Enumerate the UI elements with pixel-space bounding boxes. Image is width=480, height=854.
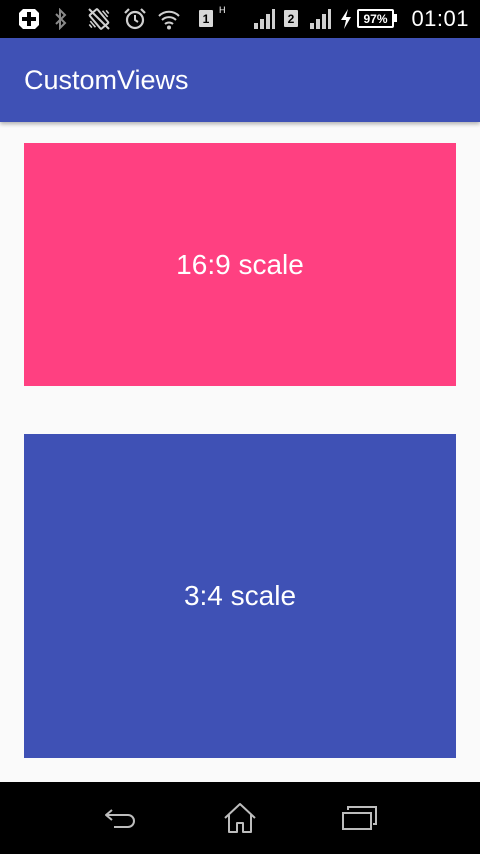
charging-icon — [338, 0, 354, 38]
navigation-bar — [0, 782, 480, 854]
status-clock: 01:01 — [411, 6, 469, 31]
recents-button[interactable] — [330, 782, 390, 854]
alarm-icon — [122, 0, 148, 38]
network-type-mark: H — [219, 5, 226, 15]
scale-3-4-label: 3:4 scale — [183, 580, 297, 611]
recents-icon — [342, 806, 377, 830]
app-bar: CustomViews — [0, 38, 480, 122]
battery-indicator: 97% — [357, 9, 394, 28]
scale-16-9-view: 16:9 scale — [24, 143, 456, 386]
sim1-badge: 1 — [199, 10, 213, 27]
plus-box-icon — [17, 0, 41, 38]
vibrate-icon — [86, 0, 112, 38]
scale-16-9-label: 16:9 scale — [176, 248, 304, 280]
signal-icon — [252, 0, 276, 38]
screen: 1 H 2 97% 01:01 CustomViews 16:9 scale 3… — [0, 0, 480, 854]
scale-3-4-view: 3:4 scale — [24, 434, 456, 758]
signal-icon — [308, 0, 332, 38]
battery-tip — [394, 14, 397, 22]
bluetooth-icon — [52, 0, 70, 38]
back-icon — [105, 809, 135, 828]
home-button[interactable] — [210, 782, 270, 854]
page-title: CustomViews — [24, 65, 189, 95]
status-bar: 1 H 2 97% 01:01 — [0, 0, 480, 38]
back-button[interactable] — [90, 782, 150, 854]
wifi-icon — [156, 0, 182, 38]
sim2-badge: 2 — [284, 10, 298, 27]
home-icon — [224, 803, 256, 833]
